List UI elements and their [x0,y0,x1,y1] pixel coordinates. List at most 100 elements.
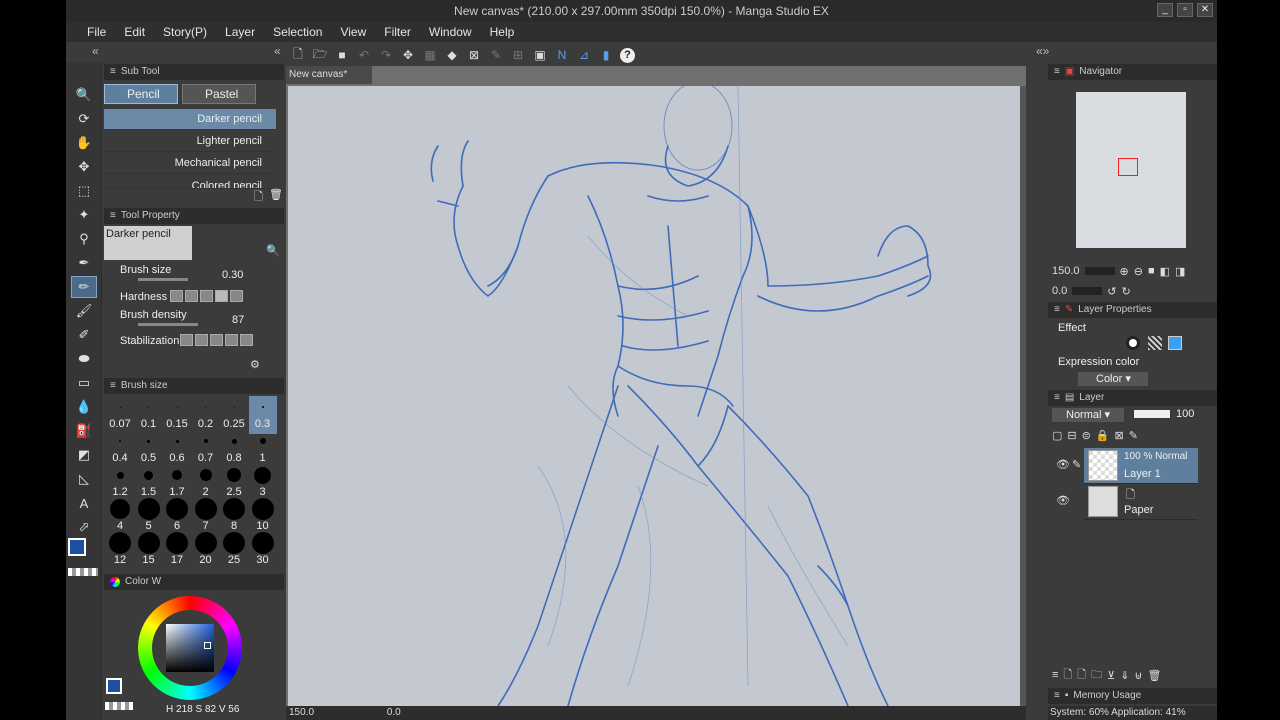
brush-size-item[interactable]: 1.2 [106,464,134,502]
figure-tool-icon[interactable]: ◺ [71,468,97,490]
navigator-preview[interactable] [1076,92,1186,248]
rotate-right-icon[interactable]: ↻ [1122,285,1131,298]
brush-size-item[interactable]: 17 [163,532,191,570]
new-file-icon[interactable]: 🗋 [290,47,306,63]
menu-icon[interactable]: ≡ [1054,390,1060,406]
menu-layer[interactable]: Layer [216,22,264,42]
navigator-angle-value[interactable]: 0.0 [1052,285,1067,297]
merge-down-icon[interactable]: ⊎ [1134,669,1142,682]
brush-size-item[interactable]: 0.5 [135,430,163,468]
color-picker-cursor[interactable] [204,642,211,649]
menu-selection[interactable]: Selection [264,22,331,42]
brush-size-item[interactable]: 15 [135,532,163,570]
visibility-eye-icon[interactable]: 👁 [1056,494,1070,507]
flip-v-icon[interactable]: ◨ [1175,265,1185,278]
effect-tone-icon[interactable] [1148,336,1162,350]
brush-size-item[interactable]: 20 [192,532,220,570]
brush-size-item[interactable]: 1.5 [135,464,163,502]
zoom-value[interactable]: 150.0 [289,707,314,718]
menu-filter[interactable]: Filter [375,22,420,42]
tab-new-canvas[interactable]: New canvas* ● [286,66,372,98]
transparent-swatch[interactable] [105,702,133,710]
tab-pastel[interactable]: Pastel [182,84,256,104]
hand-tool-icon[interactable]: ✋ [71,132,97,154]
menu-window[interactable]: Window [420,22,481,42]
brush-size-item[interactable]: 0.07 [106,396,134,434]
hardness-selector[interactable] [170,290,245,305]
zoom-out-icon[interactable]: ⊖ [1134,265,1143,278]
brush-size-item[interactable]: 1 [249,430,277,468]
gradient-icon[interactable]: ◩ [71,444,97,466]
menu-icon[interactable]: ≡ [1054,64,1060,80]
new-folder-icon[interactable]: 🗀 [1091,666,1102,685]
transform-icon[interactable]: ✥ [400,47,416,63]
main-color-swatch[interactable] [68,538,86,556]
brush-size-item[interactable]: 30 [249,532,277,570]
angle-slider[interactable] [1072,287,1103,295]
opacity-value[interactable]: 100 [1176,408,1194,420]
brush-size-item[interactable]: 0.1 [135,396,163,434]
blend-mode-select[interactable]: Normal ▾ [1052,408,1124,422]
brush-item-lighter-pencil[interactable]: Lighter pencil [104,131,276,152]
brush-item-colored-pencil[interactable]: Colored pencil [104,175,276,189]
rotate-left-icon[interactable]: ↺ [1107,285,1116,298]
brush-density-slider[interactable] [138,323,198,326]
blend-icon[interactable]: 💧 [71,396,97,418]
opacity-slider[interactable] [1134,410,1170,418]
brush-size-value[interactable]: 0.30 [222,269,243,281]
brush-size-item[interactable]: 1.7 [163,464,191,502]
brush-size-item[interactable]: 0.7 [192,430,220,468]
save-icon[interactable]: ■ [334,47,350,63]
fill-tool-icon[interactable]: ⛽ [71,420,97,442]
brush-size-item[interactable]: 0.6 [163,430,191,468]
help-icon[interactable]: ? [620,47,635,63]
brush-size-item[interactable]: 0.8 [220,430,248,468]
minimize-button[interactable]: _ [1157,3,1173,17]
eraser-icon[interactable]: ▭ [71,372,97,394]
brush-size-item[interactable]: 6 [163,498,191,536]
brush-size-item[interactable]: 4 [106,498,134,536]
snap-icon[interactable]: ▮ [598,47,614,63]
menu-icon[interactable]: ≡ [110,378,116,394]
brush-size-item[interactable]: 0.3 [248,396,277,434]
effect-color-icon[interactable] [1168,336,1182,350]
layer-row-layer-1[interactable]: 👁 ✎ 100 % Normal Layer 1 [1056,448,1198,484]
tool-icon[interactable]: ✎ [488,47,504,63]
pen-tool-icon[interactable]: ✒ [71,252,97,274]
undo-icon[interactable]: ↶ [356,47,372,63]
brush-size-item[interactable]: 7 [192,498,220,536]
brush-size-item[interactable]: 0.25 [220,396,248,434]
airbrush-icon[interactable]: ✐ [71,324,97,346]
brush-size-item[interactable]: 3 [249,464,277,502]
close-button[interactable]: ✕ [1197,3,1213,17]
perspective-ruler-icon[interactable]: ⊿ [576,47,592,63]
clip-icon[interactable]: ⊟ [1067,429,1076,442]
new-subtool-icon[interactable]: 🗋 [254,188,263,207]
collapse-left-panel-icon[interactable]: « [274,44,281,58]
brush-size-item[interactable]: 5 [135,498,163,536]
decoration-icon[interactable]: ⬬ [71,348,97,370]
brush-size-item[interactable]: 0.2 [192,396,220,434]
menu-file[interactable]: File [78,22,115,42]
redo-icon[interactable]: ↷ [378,47,394,63]
effect-border-icon[interactable] [1126,336,1140,350]
layer-color-icon[interactable]: ▢ [1052,429,1062,442]
brush-density-value[interactable]: 87 [232,314,244,326]
brush-size-item[interactable]: 0.4 [106,430,134,468]
new-raster-layer-icon[interactable]: 🗋 [1063,666,1072,685]
mesh-icon[interactable]: ⊞ [510,47,526,63]
brush-item-mechanical-pencil[interactable]: Mechanical pencil [104,153,276,174]
ruler-icon[interactable]: N [554,47,570,63]
visibility-eye-icon[interactable]: 👁 [1056,458,1070,471]
collapse-right-icon[interactable]: «» [1036,44,1049,58]
tab-pencil[interactable]: Pencil [104,84,178,104]
transfer-down-icon[interactable]: ⇓ [1120,669,1129,682]
brush-tool-icon[interactable]: 🖌 [71,300,97,322]
select-all-icon[interactable]: ▣ [532,47,548,63]
menu-edit[interactable]: Edit [115,22,154,42]
layer-row-paper[interactable]: 👁 🗋 Paper [1056,484,1198,520]
move-tool-icon[interactable]: ✥ [71,156,97,178]
brush-size-item[interactable]: 12 [106,532,134,570]
brush-size-item[interactable]: 0.15 [163,396,191,434]
delete-layer-icon[interactable]: 🗑 [1147,669,1161,682]
